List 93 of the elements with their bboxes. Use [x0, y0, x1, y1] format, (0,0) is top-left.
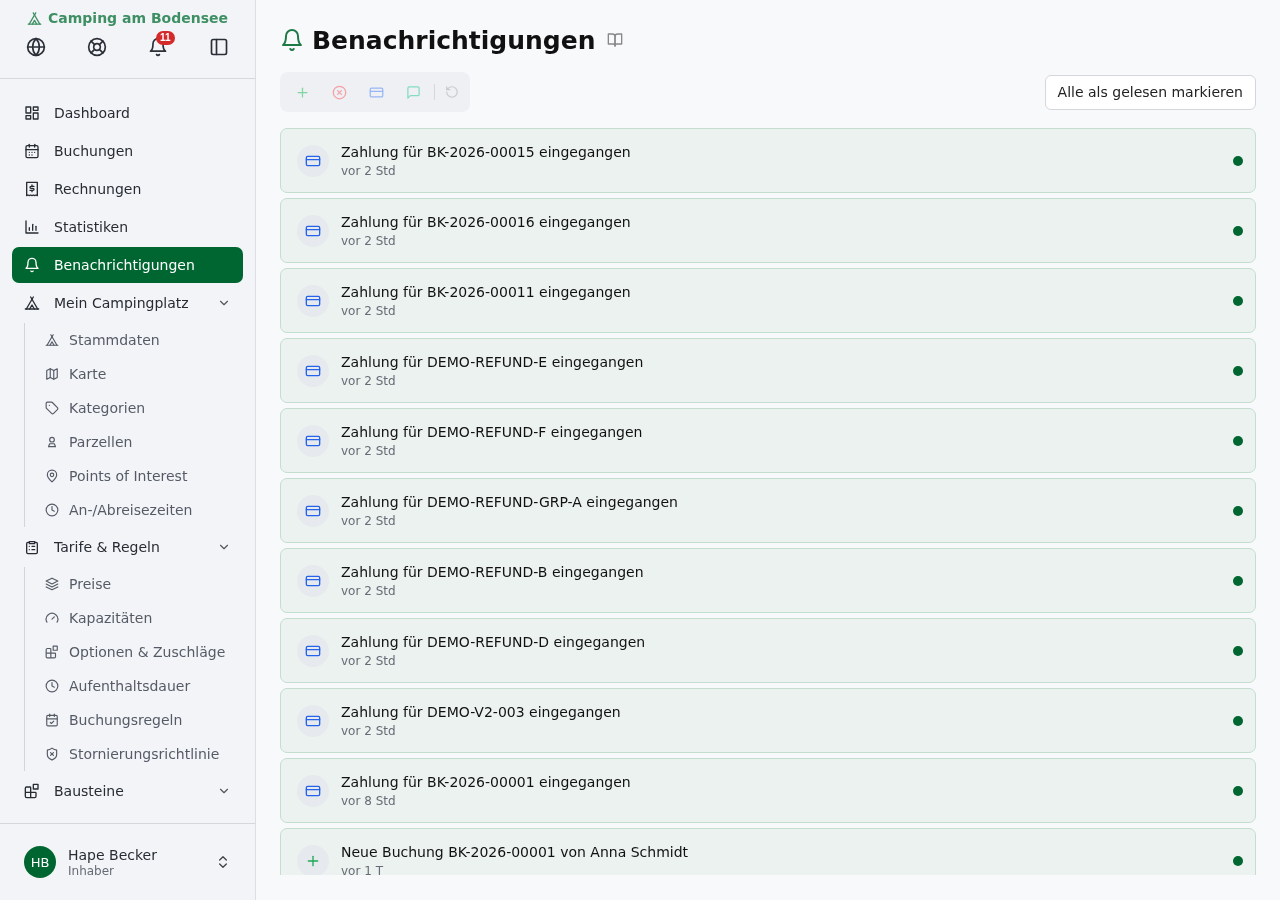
notification-title: Zahlung für BK-2026-00011 eingegangen [341, 283, 632, 300]
sidebar-item[interactable]: Dashboard [12, 95, 243, 131]
shield-x-icon [45, 747, 59, 761]
sidebar-subitem[interactable]: Stornierungsrichtlinie [45, 737, 243, 771]
notification-card[interactable]: Neue Buchung BK-2026-00001 von Anna Schmidt vor 1 T [280, 828, 1256, 875]
blocks-icon [45, 645, 59, 659]
notification-time: vor 2 Std [341, 653, 397, 668]
notification-title: Zahlung für DEMO-V2-003 eingegangen [341, 703, 622, 720]
tent-icon [24, 295, 40, 311]
sidebar-item[interactable]: Bausteine [12, 773, 243, 809]
avatar: HB [24, 846, 56, 878]
notification-time: vor 2 Std [341, 373, 397, 388]
notification-card[interactable]: Zahlung für DEMO-REFUND-F eingegangen vor 2 Std [280, 408, 1256, 473]
notification-title: Zahlung für DEMO-REFUND-E eingegangen [341, 353, 645, 370]
user-role: Inhaber [68, 863, 116, 878]
notification-card[interactable]: Zahlung für DEMO-REFUND-D eingegangen vor 2 Std [280, 618, 1256, 683]
dashboard-icon [24, 105, 40, 121]
clock-icon [45, 679, 59, 693]
sidebar-subitem[interactable]: Optionen & Zuschläge [45, 635, 243, 669]
credit-card-icon [368, 84, 384, 100]
x-circle-icon [331, 84, 347, 100]
notification-time: vor 2 Std [341, 303, 397, 318]
notification-card[interactable]: Zahlung für DEMO-REFUND-B eingegangen vor 2 Std [280, 548, 1256, 613]
notification-time: vor 2 Std [341, 583, 397, 598]
sidebar-subitem[interactable]: Stammdaten [45, 323, 243, 357]
notification-card[interactable]: Zahlung für DEMO-REFUND-GRP-A eingegangen vor 2 Std [280, 478, 1256, 543]
sidebar-subitem[interactable]: Preise [45, 567, 243, 601]
sidebar-subitem[interactable]: An-/Abreisezeiten [45, 493, 243, 527]
notifications-button[interactable]: 11 [144, 33, 172, 61]
bar-chart-icon [24, 219, 40, 235]
tag-icon [45, 401, 59, 415]
notification-card[interactable]: Zahlung für BK-2026-00001 eingegangen vor 8 Std [280, 758, 1256, 823]
receipt-icon [24, 181, 40, 197]
tent-icon [27, 10, 42, 26]
sidebar-subitem[interactable]: Parzellen [45, 425, 243, 459]
notification-title: Zahlung für BK-2026-00016 eingegangen [341, 213, 632, 230]
notification-time: vor 2 Std [341, 163, 397, 178]
notification-card[interactable]: Zahlung für BK-2026-00015 eingegangen vor 2 Std [280, 128, 1256, 193]
bell-icon [280, 28, 304, 52]
notification-title: Neue Buchung BK-2026-00001 von Anna Schmidt [341, 843, 690, 860]
notification-card[interactable]: Zahlung für DEMO-REFUND-E eingegangen vor 2 Std [280, 338, 1256, 403]
notification-time: vor 2 Std [341, 723, 397, 738]
notification-title: Zahlung für DEMO-REFUND-B eingegangen [341, 563, 645, 580]
lifebuoy-icon [87, 37, 107, 57]
clock-icon [45, 503, 59, 517]
sidebar-subitem[interactable]: Kapazitäten [45, 601, 243, 635]
mark-all-read-button[interactable]: Alle als gelesen markieren [1044, 74, 1256, 110]
calendar-check-icon [45, 713, 59, 727]
notification-badge: 11 [156, 31, 175, 45]
globe-icon [26, 37, 46, 57]
user-name: Hape Becker [68, 846, 158, 863]
sidebar-item[interactable]: Rechnungen [12, 171, 243, 207]
notification-card[interactable]: Zahlung für BK-2026-00011 eingegangen vor 2 Std [280, 268, 1256, 333]
sidebar-item[interactable]: Statistiken [12, 209, 243, 245]
notification-time: vor 8 Std [341, 793, 397, 808]
sidebar-subitem[interactable]: Points of Interest [45, 459, 243, 493]
notification-time: vor 2 Std [341, 233, 397, 248]
sidebar-item[interactable]: Benachrichtigungen [12, 247, 243, 283]
calendar-icon [24, 143, 40, 159]
bell-icon [24, 257, 40, 273]
notification-title: Zahlung für DEMO-REFUND-GRP-A eingegangen [341, 493, 679, 510]
gauge-icon [45, 611, 59, 625]
notification-card[interactable]: Zahlung für BK-2026-00016 eingegangen vor 2 Std [280, 198, 1256, 263]
sidebar-item[interactable]: Mein Campingplatz [12, 285, 243, 321]
page-title: Benachrichtigungen [312, 25, 596, 55]
notification-time: vor 2 Std [341, 513, 397, 528]
notification-title: Zahlung für BK-2026-00015 eingegangen [341, 143, 632, 160]
sidebar-subitem[interactable]: Kategorien [45, 391, 243, 425]
message-icon [405, 84, 421, 100]
sidebar-item[interactable]: Tarife & Regeln [12, 529, 243, 565]
blocks-icon [24, 783, 40, 799]
reset-icon [445, 85, 459, 99]
notification-time: vor 1 T [341, 863, 384, 875]
notification-title: Zahlung für BK-2026-00001 eingegangen [341, 773, 632, 790]
notification-title: Zahlung für DEMO-REFUND-D eingegangen [341, 633, 647, 650]
sidebar-item[interactable]: Buchungen [12, 133, 243, 169]
book-icon [607, 32, 624, 48]
plus-icon [294, 84, 310, 100]
map-pin-icon [45, 469, 59, 483]
sidebar-subitem[interactable]: Buchungsregeln [45, 703, 243, 737]
panel-icon [209, 37, 229, 57]
notification-title: Zahlung für DEMO-REFUND-F eingegangen [341, 423, 644, 440]
brand-name: Camping am Bodensee [48, 10, 228, 26]
user-menu[interactable]: HB Hape Becker Inhaber [0, 823, 255, 900]
sidebar-subitem[interactable]: Aufenthaltsdauer [45, 669, 243, 703]
clipboard-icon [24, 539, 40, 555]
tent-icon [45, 333, 59, 347]
person-pin-icon [45, 435, 59, 449]
notification-card[interactable]: Zahlung für DEMO-V2-003 eingegangen vor 2 Std [280, 688, 1256, 753]
sidebar-subitem[interactable]: Karte [45, 357, 243, 391]
notification-time: vor 2 Std [341, 443, 397, 458]
layers-icon [45, 577, 59, 591]
map-icon [45, 367, 59, 381]
